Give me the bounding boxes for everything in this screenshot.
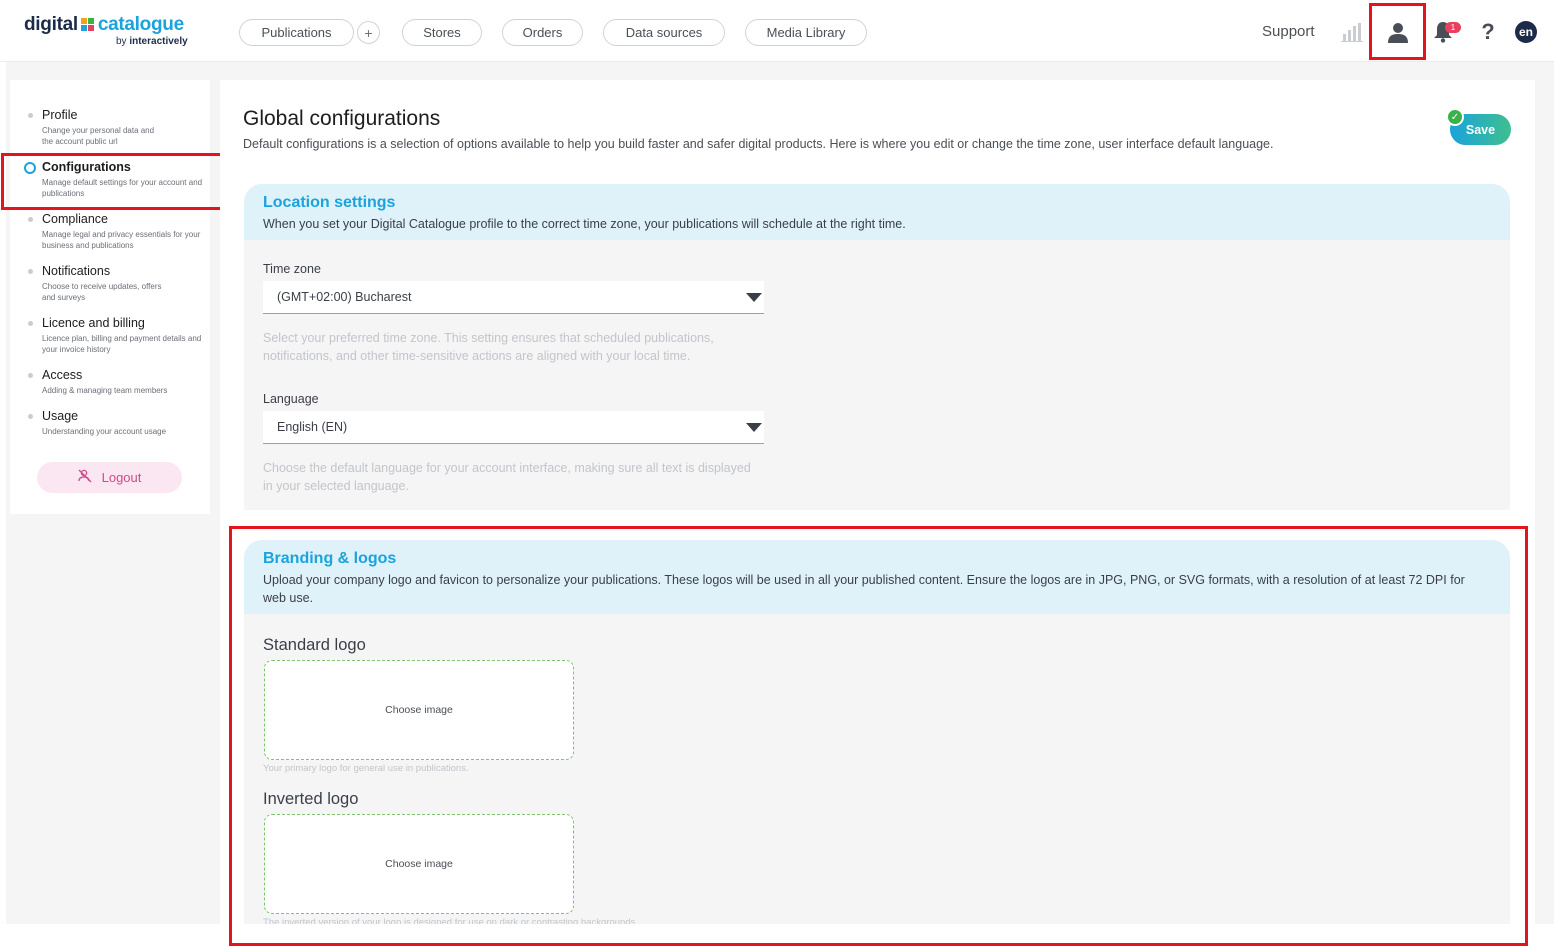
standard-logo-title: Standard logo	[263, 636, 366, 654]
timezone-label: Time zone	[263, 262, 321, 276]
sidebar-item-desc: Choose to receive updates, offers and su…	[42, 282, 162, 302]
bar-chart-icon[interactable]	[1340, 20, 1364, 44]
logout-icon	[77, 469, 92, 486]
inverted-logo-help: The inverted version of your logo is des…	[263, 917, 638, 924]
page-title: Global configurations	[243, 107, 441, 130]
sidebar-dot	[28, 321, 33, 326]
active-indicator-icon	[24, 162, 36, 174]
sidebar-item-label: Access	[42, 368, 83, 382]
logo-squares-icon	[80, 18, 94, 31]
logo-wordmark: digital catalogue	[24, 14, 204, 36]
section-title: Location settings	[263, 194, 396, 211]
notification-count-badge: 1	[1445, 22, 1461, 33]
add-publication-button[interactable]: +	[357, 21, 380, 44]
sidebar-item-desc: Manage legal and privacy essentials for …	[42, 230, 201, 250]
sidebar-dot	[28, 113, 33, 118]
sidebar-item-label: Usage	[42, 409, 79, 423]
inverted-logo-title: Inverted logo	[263, 790, 359, 808]
sidebar-item-desc: Understanding your account usage	[42, 427, 167, 436]
language-label: Language	[263, 392, 319, 406]
branding-logos-header: Branding & logos Upload your company log…	[244, 540, 1510, 614]
sidebar-item-label: Profile	[42, 108, 78, 122]
brand-logo[interactable]: digital catalogue by interactively	[24, 14, 204, 50]
timezone-value: (GMT+02:00) Bucharest	[277, 290, 412, 304]
sidebar-item-desc: Licence plan, billing and payment detail…	[42, 334, 202, 354]
language-help: Choose the default language for your acc…	[263, 461, 751, 493]
sidebar-item-desc: Change your personal data and the accoun…	[42, 126, 155, 146]
sidebar-dot	[28, 269, 33, 274]
logout-label: Logout	[101, 470, 142, 485]
section-description: Upload your company logo and favicon to …	[263, 573, 1465, 605]
sidebar-item-label: Configurations	[42, 160, 131, 174]
sidebar-item-desc: Manage default settings for your account…	[42, 178, 203, 198]
sidebar-item-label: Notifications	[42, 264, 111, 278]
sidebar-item-label: Licence and billing	[42, 316, 145, 330]
logout-button[interactable]: Logout	[37, 462, 182, 493]
logo-sub-name: interactively	[129, 36, 188, 47]
location-settings-header: Location settings When you set your Digi…	[244, 184, 1510, 240]
language-value: English (EN)	[277, 420, 348, 434]
logo-word-catalogue: catalogue	[97, 14, 184, 35]
logo-sub-prefix: by	[116, 36, 127, 47]
nav-stores[interactable]: Stores	[402, 19, 482, 46]
nav-orders[interactable]: Orders	[502, 19, 583, 46]
nav-media-library[interactable]: Media Library	[745, 19, 867, 46]
standard-logo-help: Your primary logo for general use in pub…	[263, 763, 469, 774]
language-select[interactable]: English (EN)	[263, 411, 764, 444]
sidebar-dot	[28, 414, 33, 419]
settings-sidebar: Profile Change your personal data and th…	[10, 80, 210, 514]
sidebar-item-desc: Adding & managing team members	[42, 386, 168, 395]
caret-down-icon	[746, 293, 762, 302]
check-icon: ✓	[1446, 108, 1464, 126]
logo-subtitle: by interactively	[116, 36, 188, 47]
help-icon[interactable]: ?	[1477, 19, 1499, 45]
section-description: When you set your Digital Catalogue prof…	[263, 217, 906, 231]
nav-publications[interactable]: Publications	[239, 19, 354, 46]
language-switcher[interactable]: en	[1515, 21, 1537, 43]
sidebar-item-label: Compliance	[42, 212, 109, 226]
section-title: Branding & logos	[263, 550, 397, 567]
inverted-logo-dropzone[interactable]: Choose image	[264, 814, 574, 914]
standard-logo-dropzone[interactable]: Choose image	[264, 660, 574, 760]
page-description: Default configurations is a selection of…	[243, 137, 1274, 151]
user-icon[interactable]	[1384, 18, 1412, 46]
caret-down-icon	[746, 423, 762, 432]
support-link[interactable]: Support	[1262, 23, 1315, 40]
top-navigation-bar: digital catalogue by interactively Public…	[0, 0, 1554, 62]
timezone-help: Select your preferred time zone. This se…	[263, 331, 714, 363]
logo-word-digital: digital	[24, 14, 78, 35]
timezone-select[interactable]: (GMT+02:00) Bucharest	[263, 281, 764, 314]
nav-data-sources[interactable]: Data sources	[603, 19, 725, 46]
sidebar-dot	[28, 217, 33, 222]
sidebar-dot	[28, 373, 33, 378]
